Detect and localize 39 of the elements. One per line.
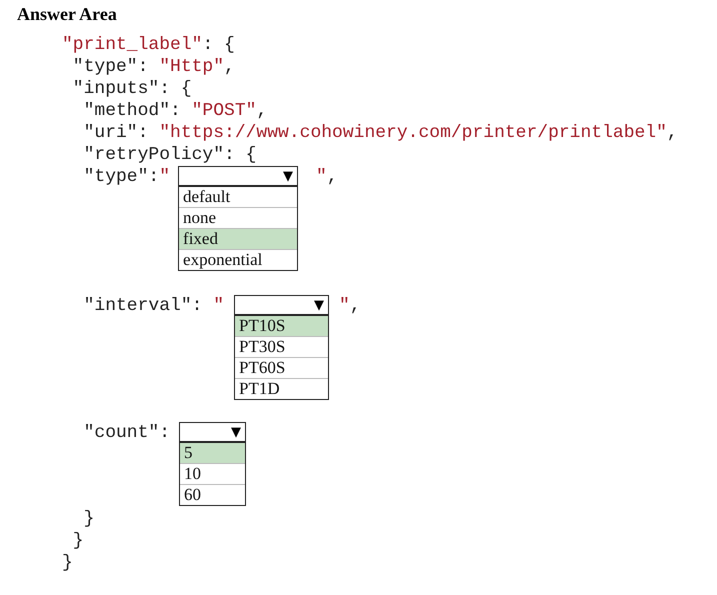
code-string: "print_label" xyxy=(62,34,202,56)
code-text: } xyxy=(82,508,94,530)
dropdown-option[interactable]: 60 xyxy=(180,484,246,505)
code-text: } xyxy=(62,552,73,574)
code-string: "Http" xyxy=(159,56,224,78)
code-text: "count": xyxy=(82,422,170,444)
code-text: "inputs": { xyxy=(72,78,192,100)
dropdown-option[interactable]: PT1D xyxy=(235,378,328,399)
dropdown-select[interactable]: ▼ xyxy=(234,295,330,315)
code-string: " xyxy=(159,166,170,188)
code-string: " xyxy=(213,295,224,317)
code-text: "uri": xyxy=(82,122,150,144)
code-text: , xyxy=(666,122,678,144)
dropdown-option[interactable]: PT60S xyxy=(235,357,328,378)
code-string: "https://www.cohowinery.com/printer/printlabel" xyxy=(159,122,667,144)
dropdown-option[interactable]: default xyxy=(179,186,298,207)
code-text: , xyxy=(350,295,361,317)
dropdown-option[interactable]: 5 xyxy=(180,442,246,463)
code-text: "interval": xyxy=(82,295,204,317)
code-text: "type": xyxy=(72,56,150,78)
code-text: } xyxy=(72,530,84,552)
dropdown-option[interactable]: 10 xyxy=(180,463,246,484)
dropdown-select[interactable]: ▼ xyxy=(179,422,246,442)
code-text: "type": xyxy=(82,166,160,188)
code-string: " xyxy=(339,295,350,317)
code-text: : { xyxy=(202,34,235,56)
code-text: , xyxy=(224,56,235,78)
dropdown-option[interactable]: fixed xyxy=(179,228,298,249)
code-string: " xyxy=(316,166,327,188)
code-string: "POST" xyxy=(192,100,256,122)
code-text: , xyxy=(326,166,338,188)
code-text: "method": xyxy=(82,100,182,122)
dropdown-option[interactable]: exponential xyxy=(179,249,298,270)
code-text: , xyxy=(256,100,268,122)
code-text: "retryPolicy": { xyxy=(82,144,256,166)
dropdown-select[interactable]: ▼ xyxy=(178,166,298,186)
dropdown-option[interactable]: PT10S xyxy=(235,315,328,336)
dropdown-option[interactable]: PT30S xyxy=(235,336,328,357)
answer-area-heading: Answer Area xyxy=(17,3,117,25)
